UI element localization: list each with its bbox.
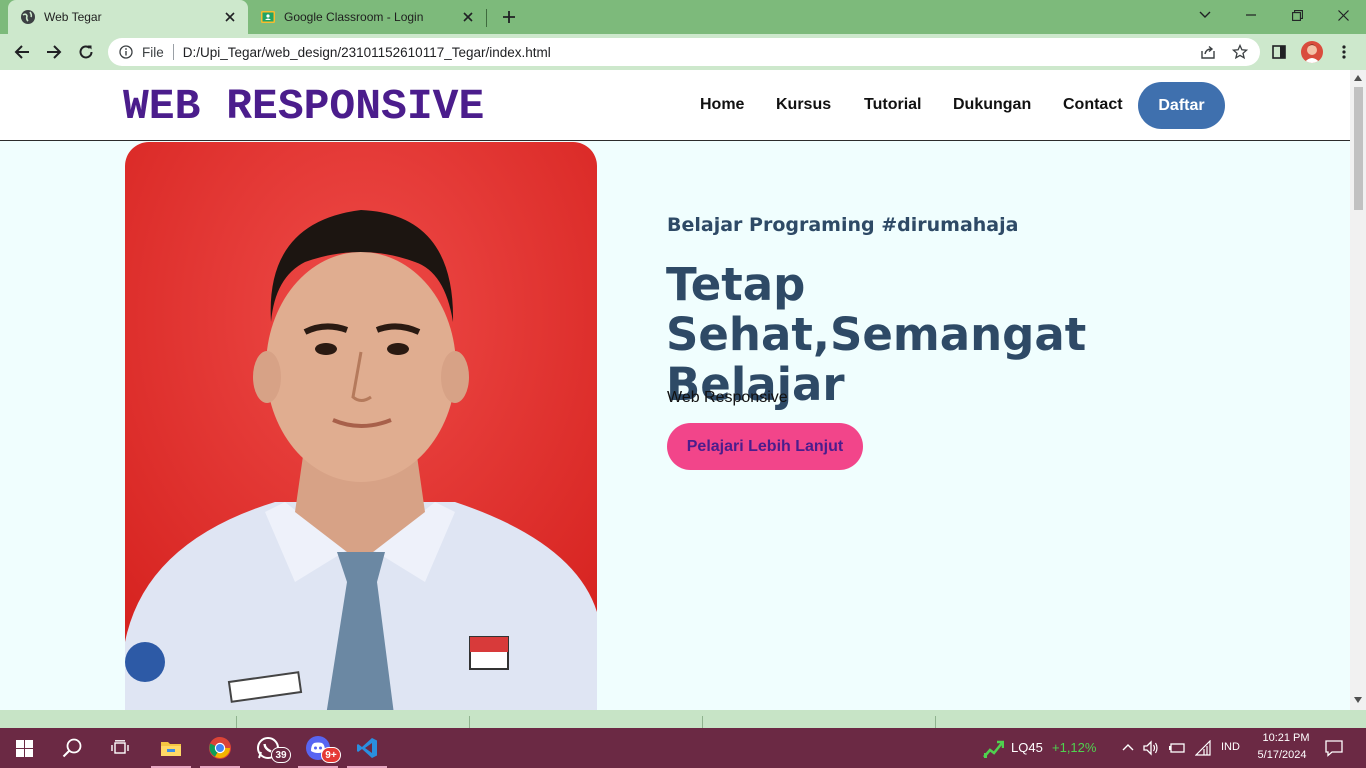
- taskbar-app-whatsapp[interactable]: 39: [244, 728, 292, 768]
- hero-subtitle: Belajar Programing #dirumahaja: [667, 214, 1019, 236]
- forward-button[interactable]: [40, 38, 68, 66]
- tab-web-tegar[interactable]: Web Tegar: [8, 0, 248, 34]
- site-logo[interactable]: WEB RESPONSIVE: [123, 82, 484, 131]
- plus-icon: [503, 11, 515, 23]
- address-divider: [172, 44, 174, 60]
- url-text[interactable]: D:/Upi_Tegar/web_design/23101152610117_T…: [183, 45, 551, 60]
- tab-google-classroom[interactable]: Google Classroom - Login: [248, 0, 486, 34]
- scroll-thumb[interactable]: [1354, 87, 1363, 210]
- scroll-up-icon[interactable]: [1354, 75, 1362, 81]
- restore-icon: [1291, 9, 1303, 21]
- notification-badge: 9+: [321, 747, 341, 763]
- close-icon: [1337, 9, 1349, 21]
- vertical-scrollbar[interactable]: [1350, 70, 1366, 710]
- hero-description: Web Responsive: [667, 389, 788, 406]
- nav-link-tutorial[interactable]: Tutorial: [864, 96, 921, 114]
- arrow-right-icon: [47, 45, 62, 59]
- windows-taskbar: 39 9+ LQ45 +1,12% IND 10:21 PM 5/17/2024: [0, 728, 1366, 768]
- wifi-icon[interactable]: [1195, 740, 1211, 756]
- tab-title: Web Tegar: [44, 10, 102, 24]
- page-viewport: WEB RESPONSIVE Home Kursus Tutorial Duku…: [0, 70, 1350, 710]
- site-scheme-label: File: [142, 44, 164, 60]
- scroll-down-icon[interactable]: [1354, 697, 1362, 703]
- learn-more-button[interactable]: Pelajari Lebih Lanjut: [667, 423, 863, 470]
- strip-divider: [469, 716, 470, 728]
- notification-badge: 39: [271, 747, 291, 763]
- portrait-photo: [125, 142, 597, 710]
- start-button[interactable]: [0, 728, 48, 768]
- ticker-name[interactable]: LQ45: [1011, 740, 1043, 755]
- battery-icon[interactable]: [1168, 740, 1186, 756]
- clock-date[interactable]: 5/17/2024: [1252, 749, 1312, 761]
- chevron-down-icon: [1199, 11, 1211, 18]
- window-bottom-strip: [0, 710, 1366, 728]
- tab-divider: [486, 9, 487, 27]
- close-tab-icon[interactable]: [222, 9, 238, 25]
- vscode-icon: [357, 738, 377, 758]
- more-vert-icon: [1342, 45, 1346, 59]
- side-panel-button[interactable]: [1265, 38, 1293, 66]
- taskbar-app-vscode[interactable]: [343, 728, 391, 768]
- new-tab-button[interactable]: [498, 6, 520, 28]
- task-view-button[interactable]: [96, 728, 144, 768]
- nav-link-home[interactable]: Home: [700, 96, 744, 114]
- tab-search-button[interactable]: [1182, 0, 1228, 30]
- star-icon[interactable]: [1232, 44, 1248, 60]
- minimize-button[interactable]: [1228, 0, 1274, 30]
- chrome-icon: [209, 736, 231, 759]
- nav-link-dukungan[interactable]: Dukungan: [953, 96, 1031, 114]
- notification-center-icon[interactable]: [1325, 739, 1343, 757]
- daftar-button[interactable]: Daftar: [1138, 82, 1225, 129]
- side-panel-icon: [1272, 45, 1286, 59]
- clock-time[interactable]: 10:21 PM: [1256, 732, 1316, 744]
- taskbar-app-chrome[interactable]: [196, 728, 244, 768]
- strip-divider: [702, 716, 703, 728]
- info-icon[interactable]: [119, 45, 133, 59]
- avatar-image: [1301, 41, 1323, 63]
- file-explorer-icon: [161, 742, 181, 756]
- taskbar-app-discord[interactable]: 9+: [294, 728, 342, 768]
- strip-divider: [236, 716, 237, 728]
- browser-toolbar: File D:/Upi_Tegar/web_design/23101152610…: [0, 34, 1366, 70]
- minimize-icon: [1246, 14, 1256, 16]
- hero-headline: Tetap Sehat,Semangat Belajar: [666, 258, 1087, 411]
- search-button[interactable]: [48, 728, 96, 768]
- tab-strip: Web Tegar Google Classroom - Login: [0, 0, 1366, 34]
- language-indicator[interactable]: IND: [1221, 741, 1240, 753]
- task-view-icon: [111, 740, 129, 754]
- nav-link-kursus[interactable]: Kursus: [776, 96, 831, 114]
- share-icon[interactable]: [1200, 44, 1216, 60]
- reload-icon: [79, 45, 93, 59]
- taskbar-app-explorer[interactable]: [147, 728, 195, 768]
- arrow-left-icon: [14, 45, 29, 59]
- ticker-change[interactable]: +1,12%: [1052, 740, 1096, 755]
- strip-divider: [935, 716, 936, 728]
- site-navbar: WEB RESPONSIVE Home Kursus Tutorial Duku…: [0, 70, 1350, 141]
- chevron-up-icon[interactable]: [1122, 743, 1134, 751]
- stock-chart-icon[interactable]: [982, 737, 1004, 759]
- close-window-button[interactable]: [1320, 0, 1366, 30]
- nav-link-contact[interactable]: Contact: [1063, 96, 1123, 114]
- globe-icon: [21, 10, 35, 24]
- volume-icon[interactable]: [1143, 740, 1159, 756]
- back-button[interactable]: [8, 38, 36, 66]
- tab-title: Google Classroom - Login: [284, 10, 424, 24]
- restore-button[interactable]: [1274, 0, 1320, 30]
- close-tab-icon[interactable]: [460, 9, 476, 25]
- address-bar[interactable]: File D:/Upi_Tegar/web_design/23101152610…: [108, 38, 1260, 66]
- reload-button[interactable]: [72, 38, 100, 66]
- google-classroom-icon: [261, 11, 275, 23]
- windows-icon: [15, 739, 33, 757]
- chrome-menu-button[interactable]: [1330, 38, 1358, 66]
- profile-avatar[interactable]: [1301, 41, 1323, 63]
- search-icon: [62, 738, 82, 758]
